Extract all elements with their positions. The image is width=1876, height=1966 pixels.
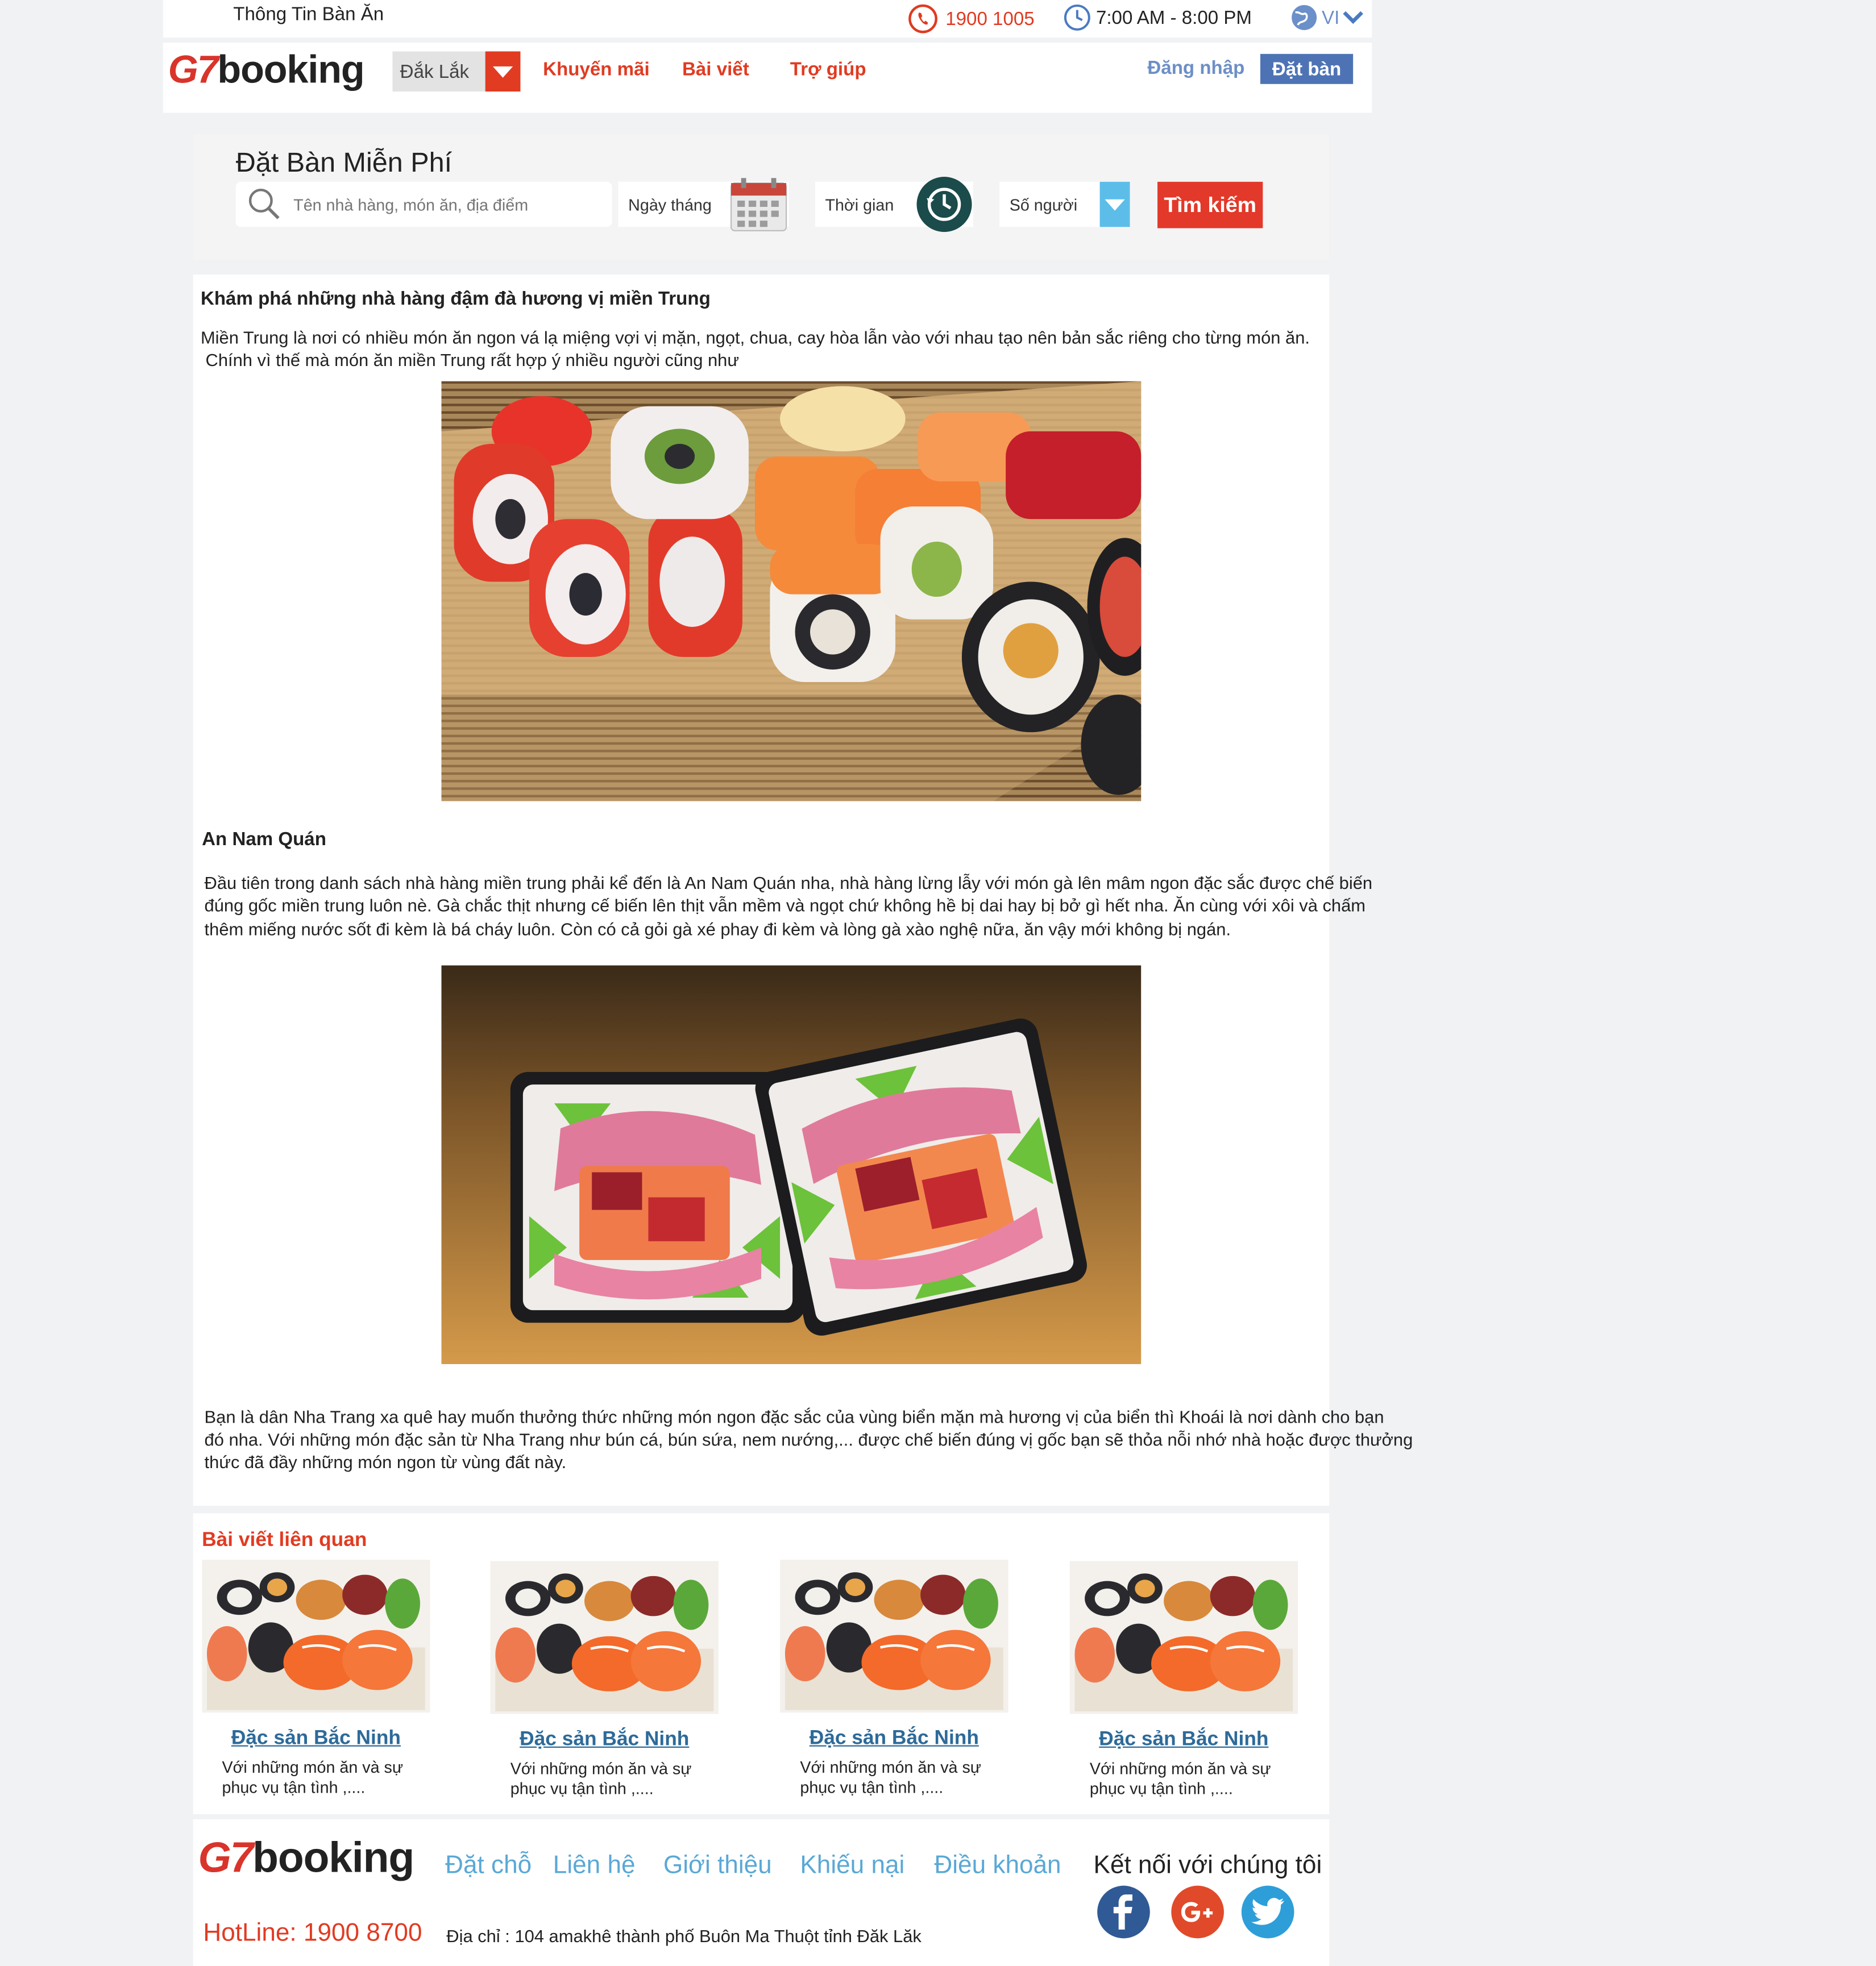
main-header: G7 booking Đắk Lắk Khuyến mãi Bài viết T… xyxy=(163,43,1372,113)
time-field[interactable]: Thời gian xyxy=(815,177,973,232)
related-thumbnail[interactable] xyxy=(490,1561,719,1714)
language-code: VI xyxy=(1322,7,1340,28)
search-title: Đặt Bàn Miễn Phí xyxy=(235,147,453,178)
related-thumbnail[interactable] xyxy=(780,1560,1008,1713)
footer-link-terms[interactable]: Điều khoản xyxy=(934,1852,1061,1881)
related-card-title[interactable]: Đặc sản Bắc Ninh xyxy=(1070,1729,1298,1752)
related-card-title[interactable]: Đặc sản Bắc Ninh xyxy=(491,1729,719,1752)
date-label: Ngày tháng xyxy=(628,195,712,214)
related-card[interactable]: Đặc sản Bắc Ninh Với những món ăn và sự … xyxy=(780,1560,1008,1798)
people-label: Số người xyxy=(1009,195,1078,214)
related-card-desc: Với những món ăn và sự phục vụ tận tình … xyxy=(222,1757,404,1797)
intro-line-2: Chính vì thế mà món ăn miền Trung rất hợ… xyxy=(200,350,740,370)
hotline-phone[interactable]: 1900 1005 xyxy=(908,4,1035,34)
phone-number: 1900 1005 xyxy=(945,8,1035,30)
related-card-desc: Với những món ăn và sự phục vụ tận tình … xyxy=(800,1757,982,1797)
site-footer: G7 booking Đặt chỗ Liên hệ Giới thiệu Kh… xyxy=(193,1819,1330,1966)
book-table-button[interactable]: Đặt bàn xyxy=(1260,53,1354,84)
footer-link-booking[interactable]: Đặt chỗ xyxy=(445,1852,532,1881)
related-card-desc: Với những món ăn và sự phục vụ tận tình … xyxy=(510,1759,692,1798)
people-field[interactable]: Số người xyxy=(999,181,1130,227)
connect-title: Kết nối với chúng tôi xyxy=(1093,1852,1322,1880)
article-heading: Khám phá những nhà hàng đậm đà hương vị … xyxy=(200,288,711,310)
logo-booking: booking xyxy=(252,1834,414,1882)
flower-sushi-photo xyxy=(441,965,1142,1365)
footer-link-contact[interactable]: Liên hệ xyxy=(553,1852,636,1881)
related-card-title[interactable]: Đặc sản Bắc Ninh xyxy=(780,1728,1008,1751)
region-value: Đắk Lắk xyxy=(400,60,470,82)
related-card[interactable]: Đặc sản Bắc Ninh Với những món ăn và sự … xyxy=(202,1560,430,1798)
intro-line-1: Miền Trung là nơi có nhiều món ăn ngon v… xyxy=(200,327,1310,348)
phone-icon xyxy=(908,4,937,34)
footer-logo[interactable]: G7 booking xyxy=(198,1834,415,1883)
related-title: Bài viết liên quan xyxy=(202,1529,367,1551)
region-select[interactable]: Đắk Lắk xyxy=(392,51,521,92)
sushi-rolls-photo xyxy=(441,381,1142,801)
hours-text: 7:00 AM - 8:00 PM xyxy=(1095,7,1252,28)
logo-g7: G7 xyxy=(168,47,219,92)
search-input[interactable] xyxy=(290,193,597,215)
related-card[interactable]: Đặc sản Bắc Ninh Với những món ăn và sự … xyxy=(490,1561,719,1799)
nav-help[interactable]: Trợ giúp xyxy=(790,59,866,81)
top-info-bar: Thông Tin Bàn Ăn 1900 1005 7:00 AM - 8:0… xyxy=(163,0,1372,38)
section-title: An Nam Quán xyxy=(202,829,326,850)
article-content: Khám phá những nhà hàng đậm đà hương vị … xyxy=(193,275,1413,1506)
search-box[interactable] xyxy=(235,181,612,227)
globe-icon xyxy=(1292,5,1317,30)
footer-address: Địa chỉ : 104 amakhê thành phố Buôn Ma T… xyxy=(446,1926,922,1946)
time-history-icon xyxy=(916,177,972,232)
footer-link-about[interactable]: Giới thiệu xyxy=(663,1852,772,1881)
search-panel: Đặt Bàn Miễn Phí Ngày tháng Thời xyxy=(193,134,1330,260)
footer-link-complaint[interactable]: Khiếu nại xyxy=(800,1852,904,1881)
para2-line-3: thức đã đầy những món ngon từ vùng đất n… xyxy=(204,1452,567,1472)
google-plus-icon[interactable] xyxy=(1171,1885,1224,1939)
chevron-down-icon xyxy=(1343,11,1364,24)
search-button[interactable]: Tìm kiếm xyxy=(1157,181,1263,228)
logo-booking: booking xyxy=(217,47,364,92)
dropdown-arrow-icon[interactable] xyxy=(1099,181,1130,227)
para1-line-2: đúng gốc miền trung luôn nè. Gà chắc thị… xyxy=(204,895,1366,916)
facebook-icon[interactable] xyxy=(1097,1885,1150,1939)
language-selector[interactable]: VI xyxy=(1289,2,1365,32)
site-name: Thông Tin Bàn Ăn xyxy=(233,3,384,26)
para1-line-3: thêm miếng nước sốt đi kèm là bá cháy lu… xyxy=(204,918,1231,940)
login-link[interactable]: Đăng nhập xyxy=(1147,57,1244,79)
para1-line-1: Đầu tiên trong danh sách nhà hàng miền t… xyxy=(204,872,1373,893)
para2-line-1: Bạn là dân Nha Trang xa quê hay muốn thư… xyxy=(204,1407,1384,1427)
clock-icon xyxy=(1064,4,1090,31)
twitter-icon[interactable] xyxy=(1241,1885,1294,1939)
date-field[interactable]: Ngày tháng xyxy=(618,178,789,231)
para2-line-2: đó nha. Với những món đặc sản từ Nha Tra… xyxy=(204,1429,1413,1450)
opening-hours: 7:00 AM - 8:00 PM xyxy=(1064,4,1252,32)
search-icon xyxy=(248,188,280,219)
dropdown-arrow-icon[interactable] xyxy=(485,51,521,92)
related-card-desc: Với những món ăn và sự phục vụ tận tình … xyxy=(1089,1759,1271,1798)
nav-promotions[interactable]: Khuyến mãi xyxy=(543,59,650,81)
related-articles: Bài viết liên quan Đặc sản Bắc Ninh Với … xyxy=(193,1513,1330,1814)
related-thumbnail[interactable] xyxy=(1069,1561,1298,1714)
nav-articles[interactable]: Bài viết xyxy=(682,59,749,81)
footer-hotline: HotLine: 1900 8700 xyxy=(203,1919,422,1947)
brand-logo[interactable]: G7 booking xyxy=(168,47,365,93)
related-card-title[interactable]: Đặc sản Bắc Ninh xyxy=(202,1728,430,1751)
calendar-icon xyxy=(730,178,787,231)
logo-g7: G7 xyxy=(198,1834,254,1882)
related-thumbnail[interactable] xyxy=(202,1560,430,1713)
related-card[interactable]: Đặc sản Bắc Ninh Với những món ăn và sự … xyxy=(1069,1561,1298,1799)
time-label: Thời gian xyxy=(825,195,894,214)
